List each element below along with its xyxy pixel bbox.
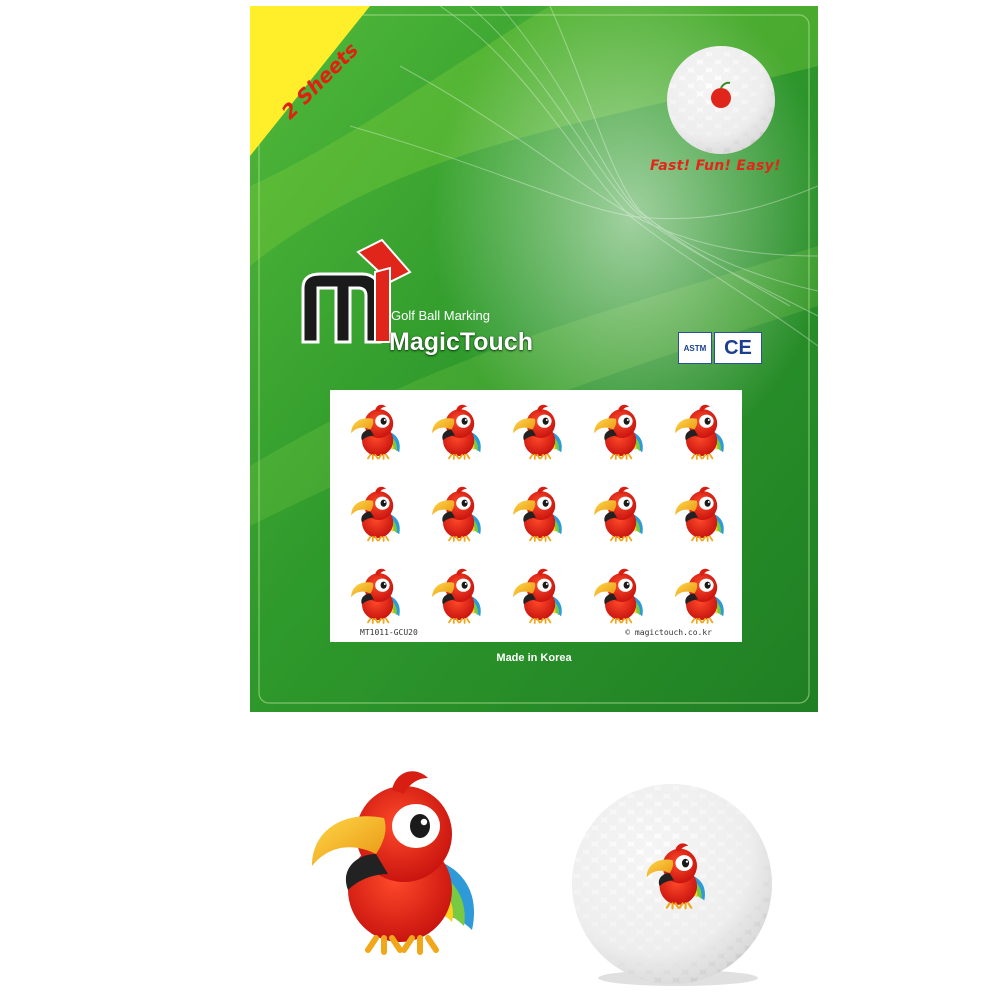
made-in-label: Made in Korea <box>496 652 572 664</box>
parrot-sticker <box>506 402 566 462</box>
parrot-icon <box>675 569 724 623</box>
parrot-sticker <box>668 402 728 462</box>
parrot-sticker <box>425 402 485 462</box>
parrot-sticker <box>587 402 647 462</box>
marked-golf-ball <box>572 784 772 986</box>
parrot-icon <box>594 487 643 541</box>
parrot-icon <box>351 487 400 541</box>
parrot-icon <box>513 405 562 459</box>
parrot-sticker <box>344 566 404 626</box>
parrot-icon <box>675 405 724 459</box>
sticker-sheet: MT1011-GCU20 © magictouch.co.kr <box>330 390 742 642</box>
astm-mark-icon: ASTM <box>678 332 712 364</box>
sheet-code: MT1011-GCU20 <box>360 628 418 637</box>
parrot-icon <box>351 405 400 459</box>
golf-ball-icon <box>667 46 775 154</box>
brand-subtitle: Golf Ball Marking <box>391 308 490 323</box>
parrot-sticker <box>506 566 566 626</box>
parrot-sticker <box>506 484 566 544</box>
ce-mark-icon: CE <box>714 332 762 364</box>
parrot-icon <box>432 569 481 623</box>
parrot-icon <box>594 569 643 623</box>
parrot-icon <box>432 405 481 459</box>
parrot-sticker <box>425 484 485 544</box>
parrot-icon <box>594 405 643 459</box>
parrot-icon <box>312 771 474 952</box>
parrot-sticker <box>344 402 404 462</box>
tagline: Fast! Fun! Easy! <box>650 158 781 174</box>
parrot-icon <box>675 487 724 541</box>
parrot-icon <box>432 487 481 541</box>
parrot-sticker <box>425 566 485 626</box>
parrot-sticker <box>344 484 404 544</box>
parrot-icon <box>513 569 562 623</box>
parrot-sticker <box>587 566 647 626</box>
parrot-icon <box>351 569 400 623</box>
parrot-sticker <box>668 484 728 544</box>
golf-ball-marker-package: 2 Sheets Fast! Fun! Easy! Golf Ball Mark… <box>250 6 818 712</box>
parrot-sticker <box>587 484 647 544</box>
parrot-sticker-large <box>288 756 488 968</box>
sheet-website: © magictouch.co.kr <box>625 628 712 637</box>
brand-name: MagicTouch <box>389 328 533 356</box>
certification-marks: ASTM CE <box>678 332 762 364</box>
parrot-sticker <box>668 566 728 626</box>
parrot-icon <box>513 487 562 541</box>
